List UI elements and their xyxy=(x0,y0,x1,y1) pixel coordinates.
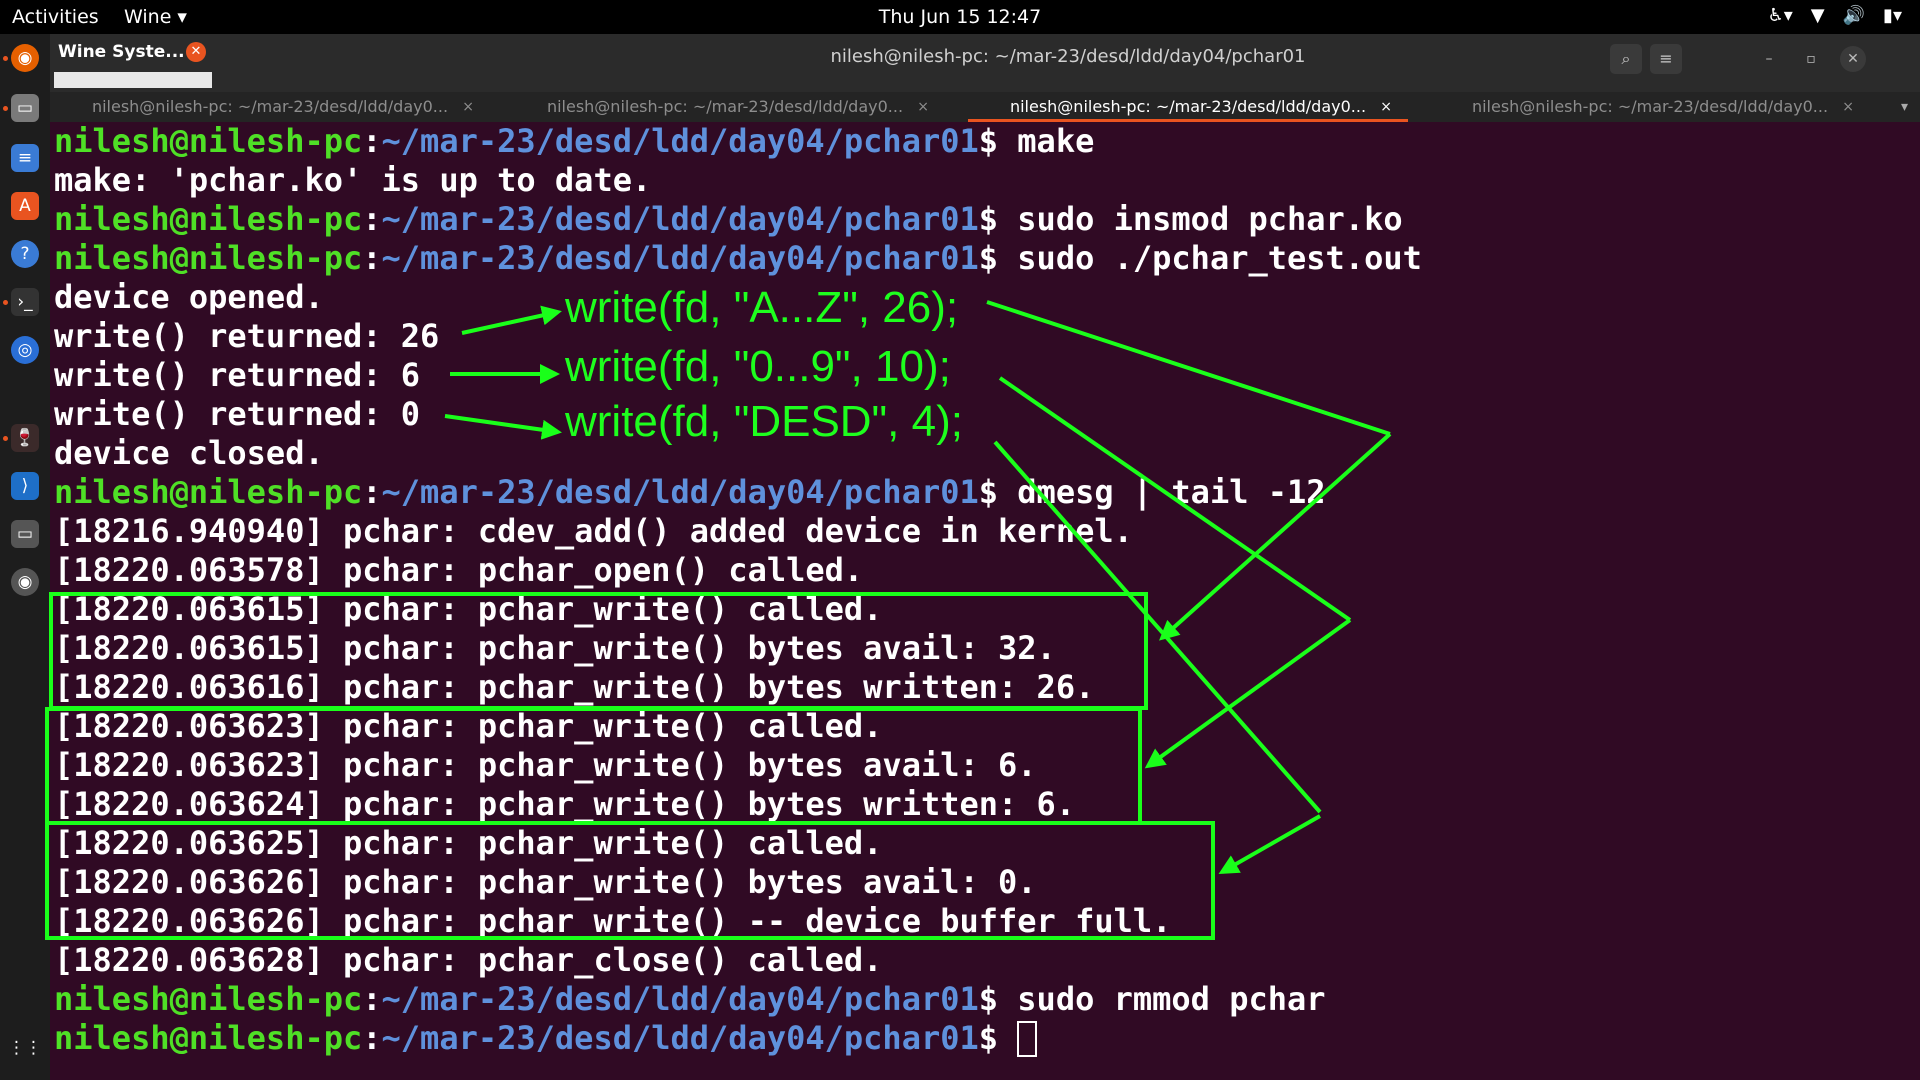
arrow-4a xyxy=(986,300,1391,436)
annotation-arrows xyxy=(444,300,1392,874)
arrow-4b xyxy=(1159,432,1392,641)
arrow-3 xyxy=(444,414,562,440)
arrow-1 xyxy=(461,305,562,335)
arrow-6a xyxy=(993,440,1322,814)
arrow-5a xyxy=(998,376,1352,622)
arrow-6b xyxy=(1218,814,1321,874)
arrow-5b xyxy=(1144,618,1352,769)
